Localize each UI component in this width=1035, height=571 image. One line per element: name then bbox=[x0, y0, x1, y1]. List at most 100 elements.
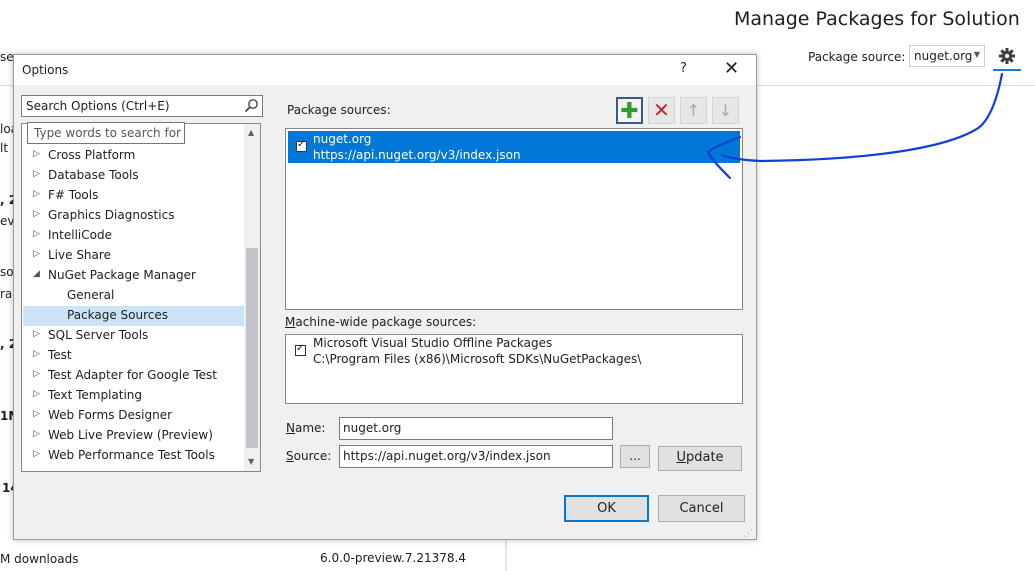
tree-item-package-sources[interactable]: Package Sources bbox=[23, 306, 245, 326]
tree-item-label: Live Share bbox=[48, 248, 111, 262]
expand-arrow-icon[interactable]: ▷ bbox=[33, 229, 40, 239]
expand-arrow-icon[interactable]: ▷ bbox=[33, 389, 40, 399]
source-field[interactable]: https://api.nuget.org/v3/index.json bbox=[339, 445, 613, 468]
bg-text-fragment: lt bbox=[0, 141, 9, 155]
bg-text-fragment: so bbox=[0, 265, 14, 279]
tree-item-label: Database Tools bbox=[48, 168, 139, 182]
close-button[interactable]: ✕ bbox=[724, 58, 739, 79]
tree-item-label: F# Tools bbox=[48, 188, 99, 202]
tree-item-label: Test bbox=[48, 348, 72, 362]
delete-x-icon: ✕ bbox=[653, 98, 670, 122]
search-tooltip: Type words to search for bbox=[27, 122, 185, 144]
tree-item-label: Web Live Preview (Preview) bbox=[48, 428, 213, 442]
expand-arrow-icon[interactable]: ▷ bbox=[33, 349, 40, 359]
page-title: Manage Packages for Solution bbox=[734, 8, 1020, 30]
source-label: Source: bbox=[286, 449, 332, 463]
tree-item-label: General bbox=[67, 288, 115, 302]
arrow-up-icon: ↑ bbox=[686, 101, 701, 120]
tree-item-label: Test Adapter for Google Test bbox=[48, 368, 217, 382]
search-placeholder: Search Options (Ctrl+E) bbox=[26, 99, 170, 113]
scroll-down-icon[interactable]: ▼ bbox=[248, 457, 254, 466]
arrow-down-icon: ↓ bbox=[718, 101, 733, 120]
expand-arrow-icon[interactable]: ▷ bbox=[33, 169, 40, 179]
tree-item-web-forms-designer[interactable]: ▷ Web Forms Designer bbox=[23, 406, 245, 426]
expand-arrow-icon[interactable]: ▷ bbox=[33, 149, 40, 159]
remove-source-button[interactable]: ✕ bbox=[648, 97, 675, 124]
tree-item-label: NuGet Package Manager bbox=[48, 268, 196, 282]
ok-button[interactable]: OK bbox=[564, 495, 649, 522]
tree-item-text-templating[interactable]: ▷ Text Templating bbox=[23, 386, 245, 406]
expand-arrow-icon[interactable]: ▷ bbox=[33, 409, 40, 419]
gear-underline-annotation bbox=[993, 69, 1021, 71]
plus-icon: ✚ bbox=[620, 99, 639, 124]
tree-scrollbar[interactable]: ▲ ▼ bbox=[244, 124, 260, 471]
collapse-arrow-icon[interactable]: ◢ bbox=[33, 269, 40, 279]
source-checkbox[interactable] bbox=[296, 139, 307, 152]
tree-item-sql-server-tools[interactable]: ▷ SQL Server Tools bbox=[23, 326, 245, 346]
expand-arrow-icon[interactable]: ▷ bbox=[33, 209, 40, 219]
chevron-down-icon: ▼ bbox=[973, 50, 980, 59]
machine-source-path: C:\Program Files (x86)\Microsoft SDKs\Nu… bbox=[313, 352, 642, 366]
scroll-up-icon[interactable]: ▲ bbox=[248, 128, 254, 137]
dialog-title: Options bbox=[22, 63, 69, 77]
tree-item-general[interactable]: General bbox=[23, 286, 245, 306]
tree-item-label: Cross Platform bbox=[48, 148, 136, 162]
tree-item-graphics-diagnostics[interactable]: ▷ Graphics Diagnostics bbox=[23, 206, 245, 226]
tree-item-fsharp-tools[interactable]: ▷ F# Tools bbox=[23, 186, 245, 206]
panel-divider bbox=[505, 540, 507, 571]
tree-item-label: Text Templating bbox=[48, 388, 143, 402]
package-sources-list[interactable]: nuget.org https://api.nuget.org/v3/index… bbox=[285, 128, 743, 310]
tree-item-label: IntelliCode bbox=[48, 228, 112, 242]
expand-arrow-icon[interactable]: ▷ bbox=[33, 249, 40, 259]
tree-item-label: SQL Server Tools bbox=[48, 328, 149, 342]
name-field[interactable]: nuget.org bbox=[339, 417, 613, 440]
options-dialog: Options ? ✕ Search Options (Ctrl+E) Type… bbox=[13, 54, 757, 540]
source-url: https://api.nuget.org/v3/index.json bbox=[313, 148, 521, 162]
update-button[interactable]: Update bbox=[658, 446, 742, 471]
options-tree[interactable]: ▷ Cross Platform ▷ Database Tools ▷ F# T… bbox=[21, 123, 261, 472]
package-source-value: nuget.org bbox=[914, 49, 973, 63]
tree-item-label: Package Sources bbox=[67, 308, 169, 322]
tree-item-label: Web Performance Test Tools bbox=[48, 448, 215, 462]
tree-item-nuget-package-manager[interactable]: ◢ NuGet Package Manager bbox=[23, 266, 245, 286]
tree-item-test[interactable]: ▷ Test bbox=[23, 346, 245, 366]
tree-item-live-share[interactable]: ▷ Live Share bbox=[23, 246, 245, 266]
tree-item-intellicode[interactable]: ▷ IntelliCode bbox=[23, 226, 245, 246]
scrollbar-thumb[interactable] bbox=[246, 248, 258, 448]
machine-source-checkbox[interactable] bbox=[295, 343, 306, 356]
search-icon[interactable] bbox=[244, 98, 259, 113]
tree-item-label: Web Forms Designer bbox=[48, 408, 173, 422]
move-down-button[interactable]: ↓ bbox=[712, 97, 739, 124]
package-version: 6.0.0-preview.7.21378.4 bbox=[320, 551, 466, 565]
tree-item-test-adapter-google-test[interactable]: ▷ Test Adapter for Google Test bbox=[23, 366, 245, 386]
tree-item-web-performance-test-tools[interactable]: ▷ Web Performance Test Tools bbox=[23, 446, 245, 466]
expand-arrow-icon[interactable]: ▷ bbox=[33, 329, 40, 339]
search-input[interactable]: Search Options (Ctrl+E) bbox=[21, 95, 263, 117]
machine-wide-label: Machine-wide package sources: bbox=[285, 315, 477, 329]
package-source-label: Package source: bbox=[808, 50, 906, 64]
list-item[interactable]: nuget.org https://api.nuget.org/v3/index… bbox=[288, 131, 740, 163]
tree-item-database-tools[interactable]: ▷ Database Tools bbox=[23, 166, 245, 186]
resize-grip-icon[interactable]: ⋰ bbox=[744, 529, 753, 539]
tree-item-label: Graphics Diagnostics bbox=[48, 208, 175, 222]
machine-source-name: Microsoft Visual Studio Offline Packages bbox=[313, 336, 553, 350]
help-button[interactable]: ? bbox=[680, 61, 687, 76]
cancel-button[interactable]: Cancel bbox=[658, 495, 745, 522]
package-source-dropdown[interactable]: nuget.org ▼ bbox=[909, 45, 985, 67]
gear-icon[interactable] bbox=[997, 46, 1017, 66]
browse-button[interactable]: ... bbox=[620, 445, 650, 468]
expand-arrow-icon[interactable]: ▷ bbox=[33, 429, 40, 439]
expand-arrow-icon[interactable]: ▷ bbox=[33, 369, 40, 379]
tree-item-web-live-preview[interactable]: ▷ Web Live Preview (Preview) bbox=[23, 426, 245, 446]
machine-wide-sources-list[interactable]: Microsoft Visual Studio Offline Packages… bbox=[285, 334, 743, 404]
package-sources-label: Package sources: bbox=[287, 103, 391, 117]
move-up-button[interactable]: ↑ bbox=[680, 97, 707, 124]
expand-arrow-icon[interactable]: ▷ bbox=[33, 449, 40, 459]
tree-item-cross-platform[interactable]: ▷ Cross Platform bbox=[23, 146, 245, 166]
dialog-titlebar[interactable]: Options ? ✕ bbox=[14, 55, 756, 85]
expand-arrow-icon[interactable]: ▷ bbox=[33, 189, 40, 199]
source-name: nuget.org bbox=[313, 132, 372, 146]
add-source-button[interactable]: ✚ bbox=[616, 97, 643, 124]
name-label: Name: bbox=[286, 421, 326, 435]
bg-text-fragment: se bbox=[0, 50, 14, 64]
